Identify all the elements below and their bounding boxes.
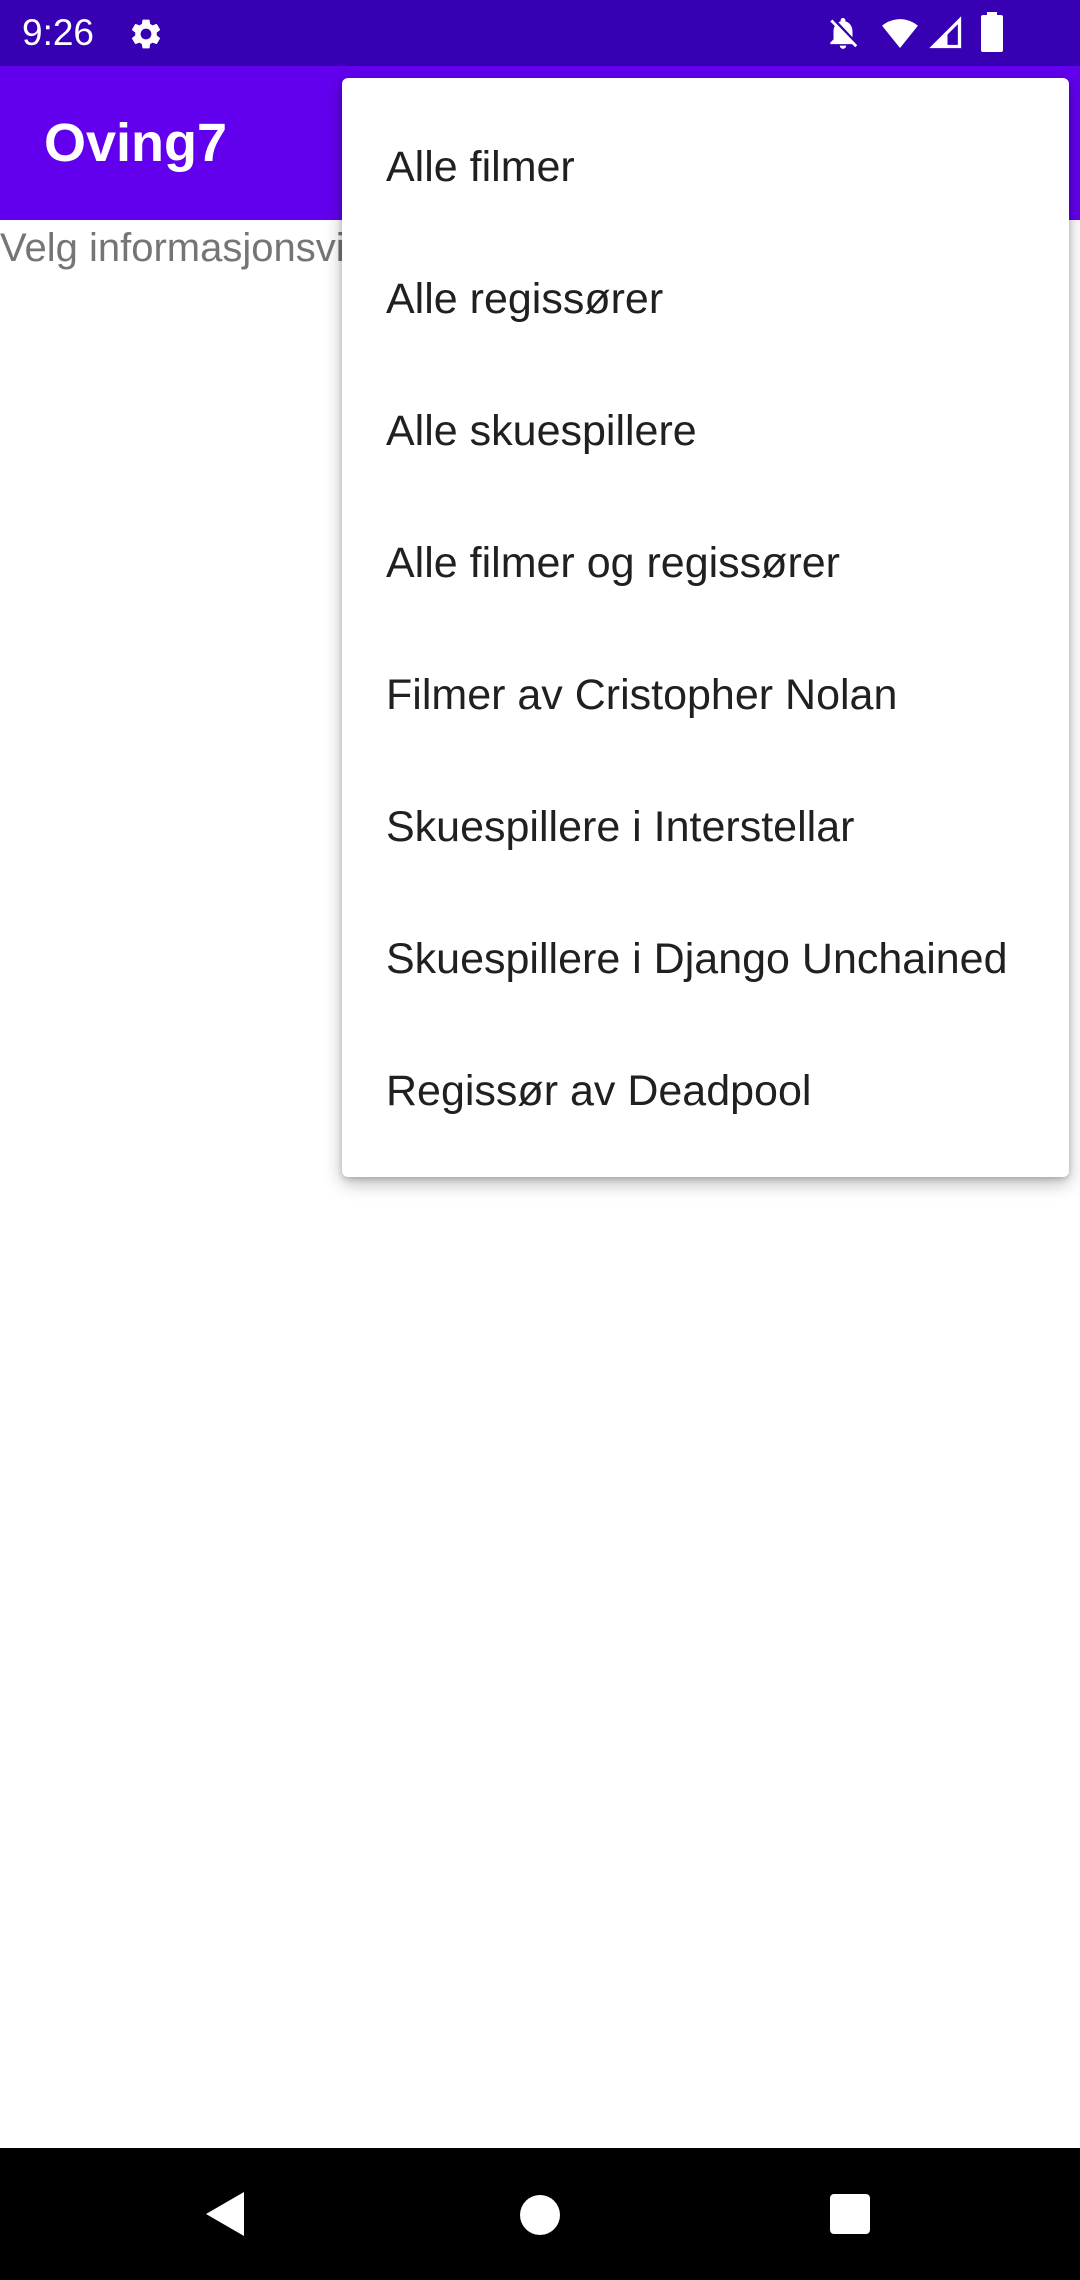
status-bar: 9:26 [0, 0, 1080, 66]
wifi-icon [882, 19, 918, 49]
navigation-bar [0, 2148, 1080, 2280]
menu-item-all-directors[interactable]: Alle regissører [342, 233, 1069, 365]
recents-icon[interactable] [828, 2192, 872, 2236]
cell-signal-icon [929, 16, 962, 49]
popup-menu: Alle filmer Alle regissører Alle skuespi… [342, 78, 1069, 1177]
app-title: Oving7 [44, 113, 228, 173]
settings-gear-icon [131, 19, 161, 49]
menu-item-movies-by-nolan[interactable]: Filmer av Cristopher Nolan [342, 629, 1069, 761]
menu-item-all-movies[interactable]: Alle filmer [342, 101, 1069, 233]
menu-item-actors-interstellar[interactable]: Skuespillere i Interstellar [342, 761, 1069, 893]
menu-item-director-deadpool[interactable]: Regissør av Deadpool [342, 1025, 1069, 1157]
battery-icon [981, 12, 1003, 52]
notifications-off-icon [830, 17, 858, 49]
status-time: 9:26 [22, 12, 95, 53]
home-icon[interactable] [517, 2192, 563, 2238]
menu-item-all-actors[interactable]: Alle skuespillere [342, 365, 1069, 497]
back-icon[interactable] [200, 2188, 250, 2240]
info-prompt-text: Velg informasjonsvi [0, 226, 345, 270]
menu-item-all-movies-and-directors[interactable]: Alle filmer og regissører [342, 497, 1069, 629]
menu-item-actors-django-unchained[interactable]: Skuespillere i Django Unchained [342, 893, 1069, 1025]
